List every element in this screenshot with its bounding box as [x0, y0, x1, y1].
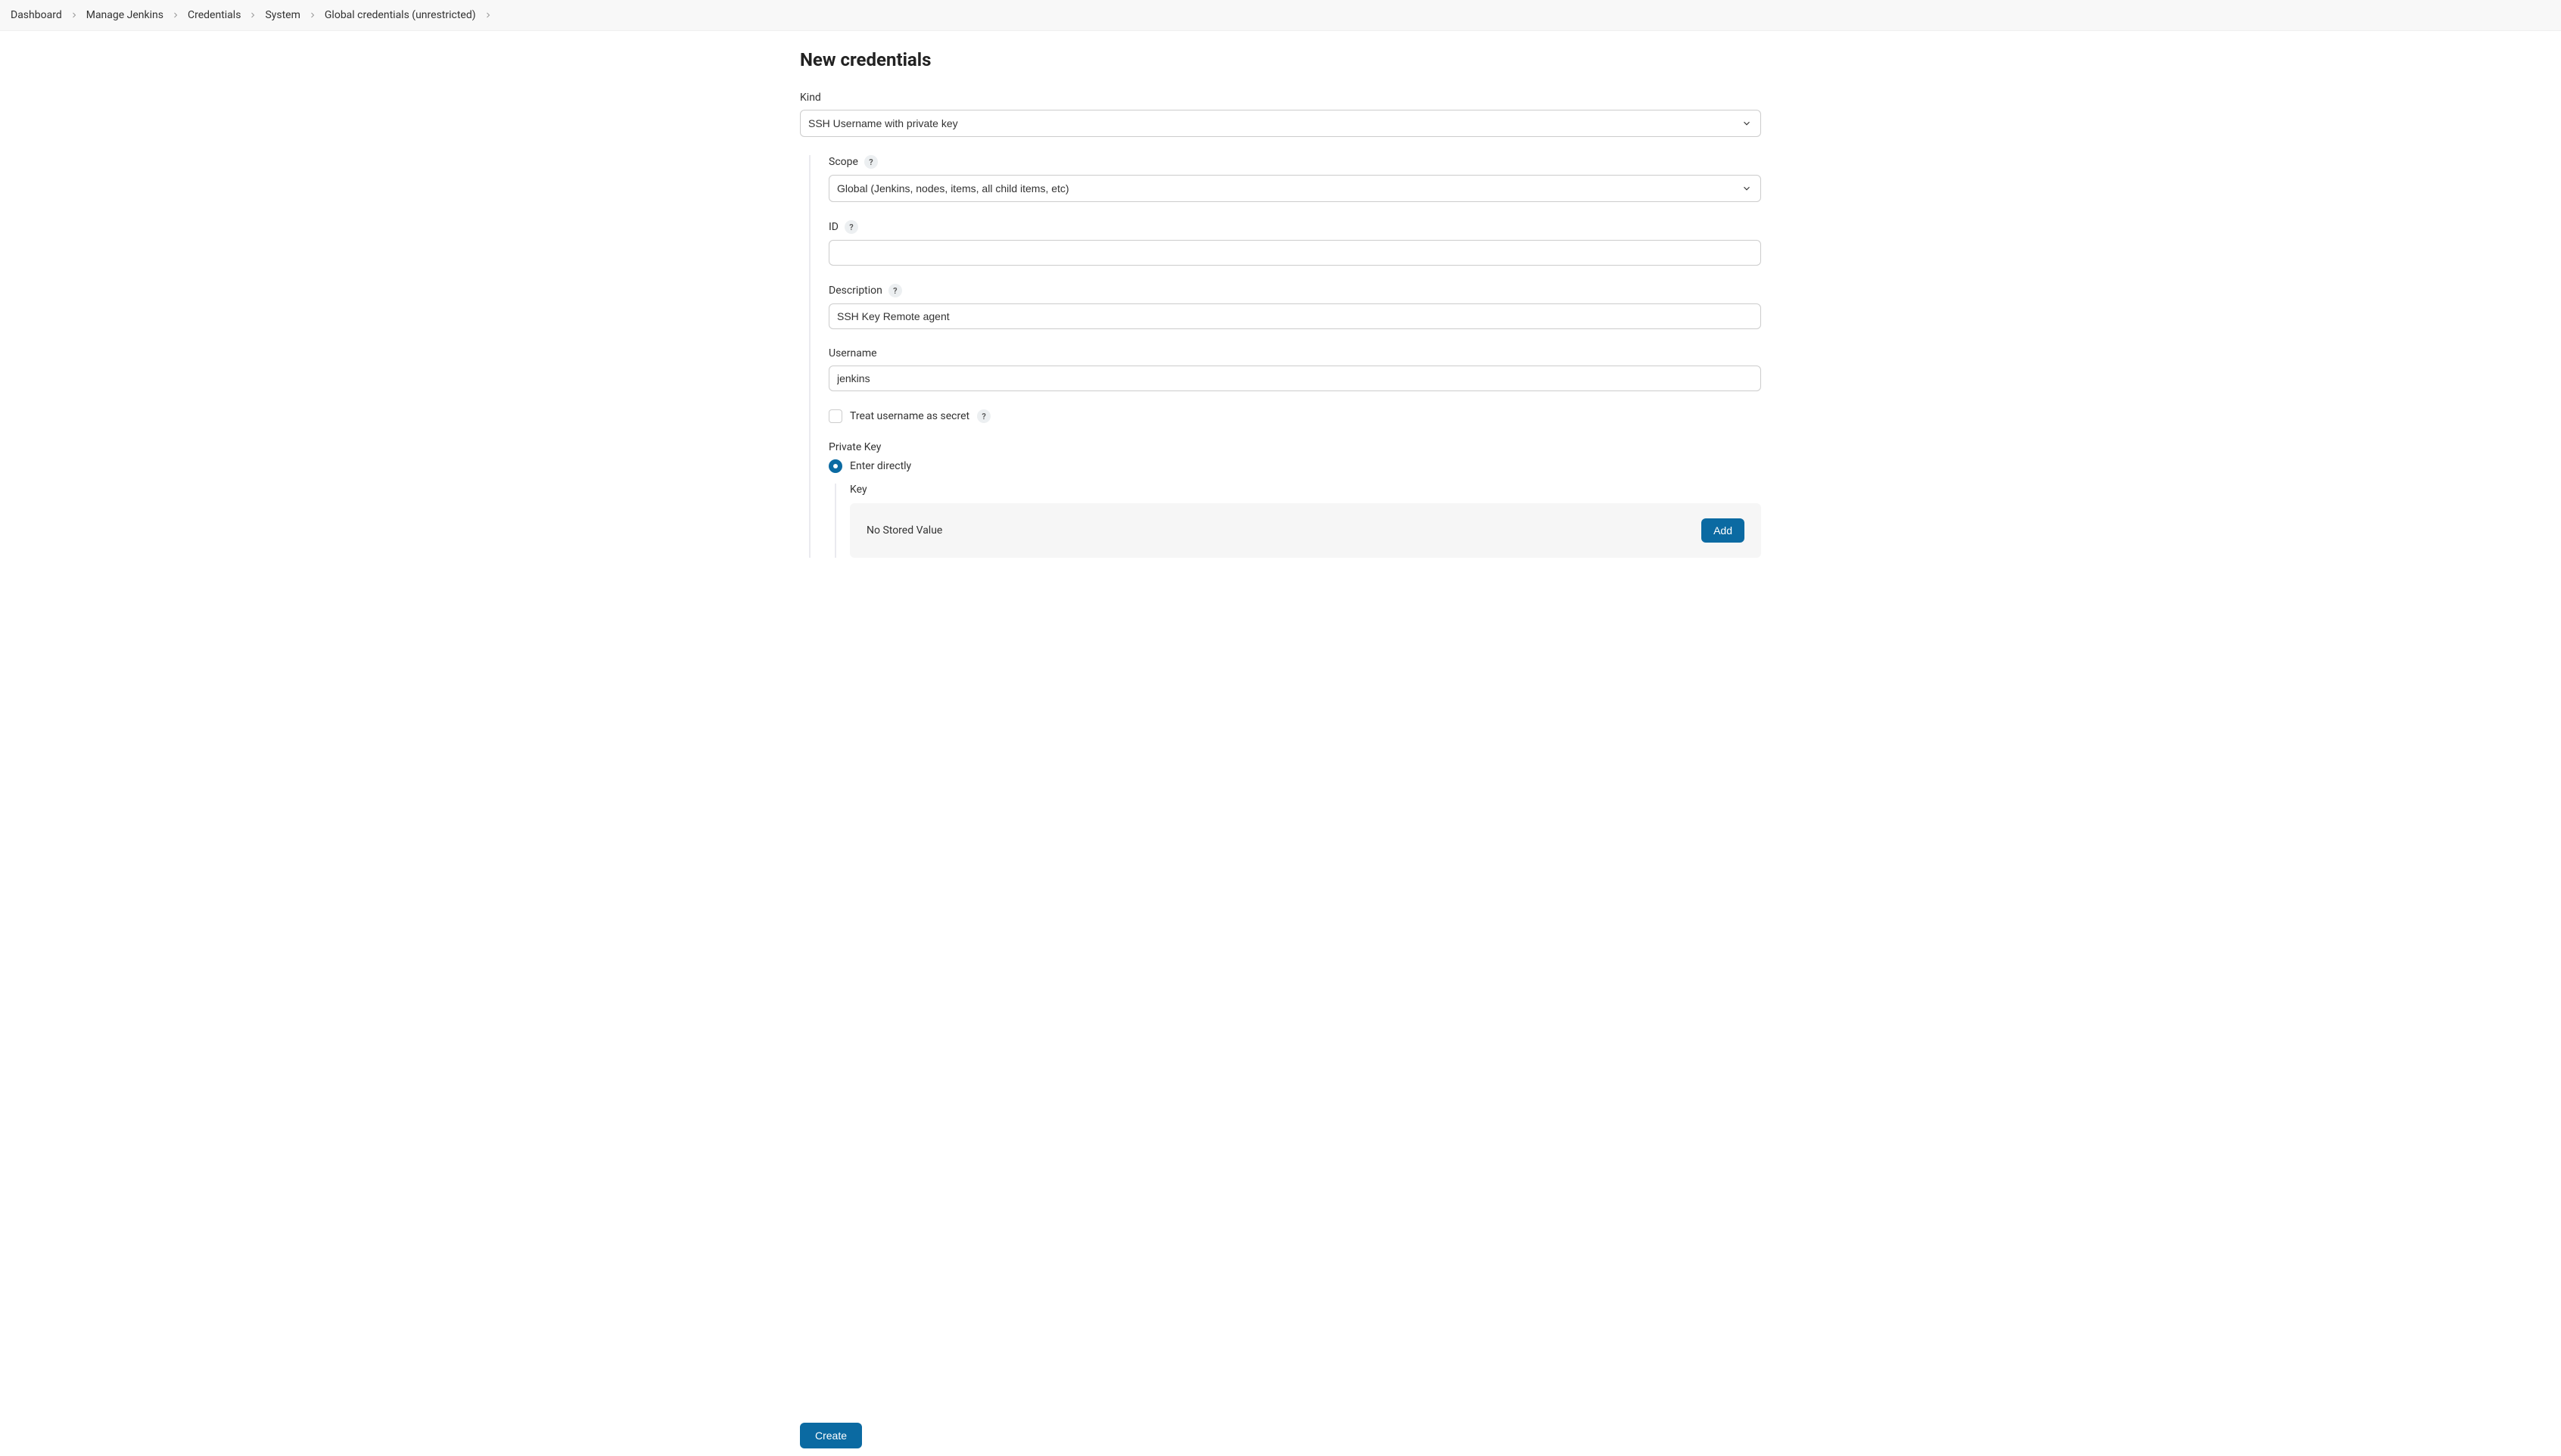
key-label: Key [850, 484, 1761, 496]
help-icon[interactable]: ? [864, 155, 878, 169]
scope-select[interactable]: Global (Jenkins, nodes, items, all child… [829, 175, 1761, 202]
id-field: ID ? [829, 220, 1761, 266]
chevron-right-icon [70, 11, 79, 20]
breadcrumb-system[interactable]: System [265, 9, 300, 21]
enter-directly-label: Enter directly [850, 460, 911, 472]
treat-secret-checkbox[interactable] [829, 409, 842, 423]
id-label: ID [829, 221, 839, 233]
treat-secret-field: Treat username as secret ? [829, 409, 1761, 423]
chevron-right-icon [308, 11, 317, 20]
help-icon[interactable]: ? [888, 284, 902, 297]
description-label: Description [829, 285, 882, 297]
page-title: New credentials [800, 49, 1761, 70]
kind-select[interactable]: SSH Username with private key [800, 110, 1761, 137]
key-status: No Stored Value [867, 524, 942, 537]
username-label: Username [829, 347, 877, 359]
breadcrumb-global-credentials[interactable]: Global credentials (unrestricted) [325, 9, 476, 21]
kind-label: Kind [800, 92, 1761, 104]
treat-secret-label: Treat username as secret [850, 410, 969, 422]
breadcrumb-credentials[interactable]: Credentials [188, 9, 241, 21]
description-input[interactable] [829, 303, 1761, 329]
kind-field: Kind SSH Username with private key [800, 92, 1761, 137]
chevron-right-icon [484, 11, 493, 20]
private-key-label: Private Key [829, 441, 881, 453]
create-button[interactable]: Create [800, 1423, 862, 1448]
footer-bar: Create [0, 1415, 2561, 1456]
username-field: Username [829, 347, 1761, 391]
breadcrumb: Dashboard Manage Jenkins Credentials Sys… [0, 0, 2561, 31]
key-box: No Stored Value Add [850, 503, 1761, 558]
add-button[interactable]: Add [1701, 518, 1744, 543]
chevron-right-icon [171, 11, 180, 20]
help-icon[interactable]: ? [845, 220, 858, 234]
id-input[interactable] [829, 240, 1761, 266]
description-field: Description ? [829, 284, 1761, 329]
help-icon[interactable]: ? [977, 409, 991, 423]
username-input[interactable] [829, 366, 1761, 391]
scope-label: Scope [829, 156, 858, 168]
private-key-field: Private Key Enter directly Key No Stored… [829, 441, 1761, 558]
chevron-right-icon [248, 11, 257, 20]
scope-field: Scope ? Global (Jenkins, nodes, items, a… [829, 155, 1761, 202]
enter-directly-radio[interactable] [829, 459, 842, 473]
breadcrumb-manage-jenkins[interactable]: Manage Jenkins [86, 9, 163, 21]
breadcrumb-dashboard[interactable]: Dashboard [11, 9, 62, 21]
